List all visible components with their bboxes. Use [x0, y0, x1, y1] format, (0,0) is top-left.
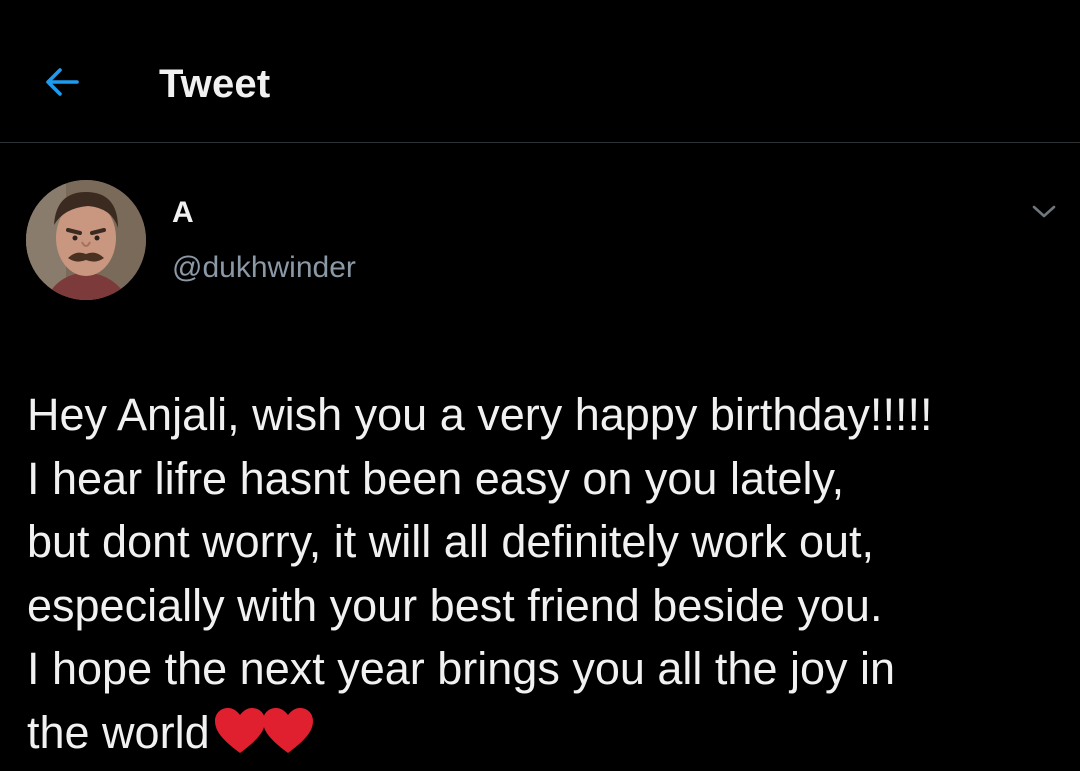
red-heart-icon	[262, 707, 313, 753]
tweet-line: especially with your best friend beside …	[27, 579, 883, 631]
avatar[interactable]	[26, 180, 146, 300]
tweet-text: Hey Anjali, wish you a very happy birthd…	[27, 383, 1072, 764]
author-handle[interactable]: @dukhwinder	[172, 251, 356, 285]
tweet-line-text: the world	[27, 706, 210, 758]
tweet-line: Hey Anjali, wish you a very happy birthd…	[27, 389, 933, 440]
back-button[interactable]	[40, 60, 84, 104]
tweet-line-last: the world	[27, 701, 1072, 765]
author-display-name[interactable]: A	[172, 196, 194, 230]
page-title: Tweet	[159, 62, 271, 106]
top-bar: Tweet	[0, 0, 1080, 143]
profile-photo	[26, 180, 146, 300]
tweet-line: but dont worry, it will all definitely w…	[27, 516, 875, 567]
chevron-down-icon	[1032, 205, 1056, 218]
arrow-left-icon	[46, 68, 79, 96]
more-options-button[interactable]	[1024, 196, 1064, 228]
tweet-line: I hear lifre hasnt been easy on you late…	[27, 452, 845, 504]
tweet-line: I hope the next year brings you all the …	[27, 643, 896, 694]
